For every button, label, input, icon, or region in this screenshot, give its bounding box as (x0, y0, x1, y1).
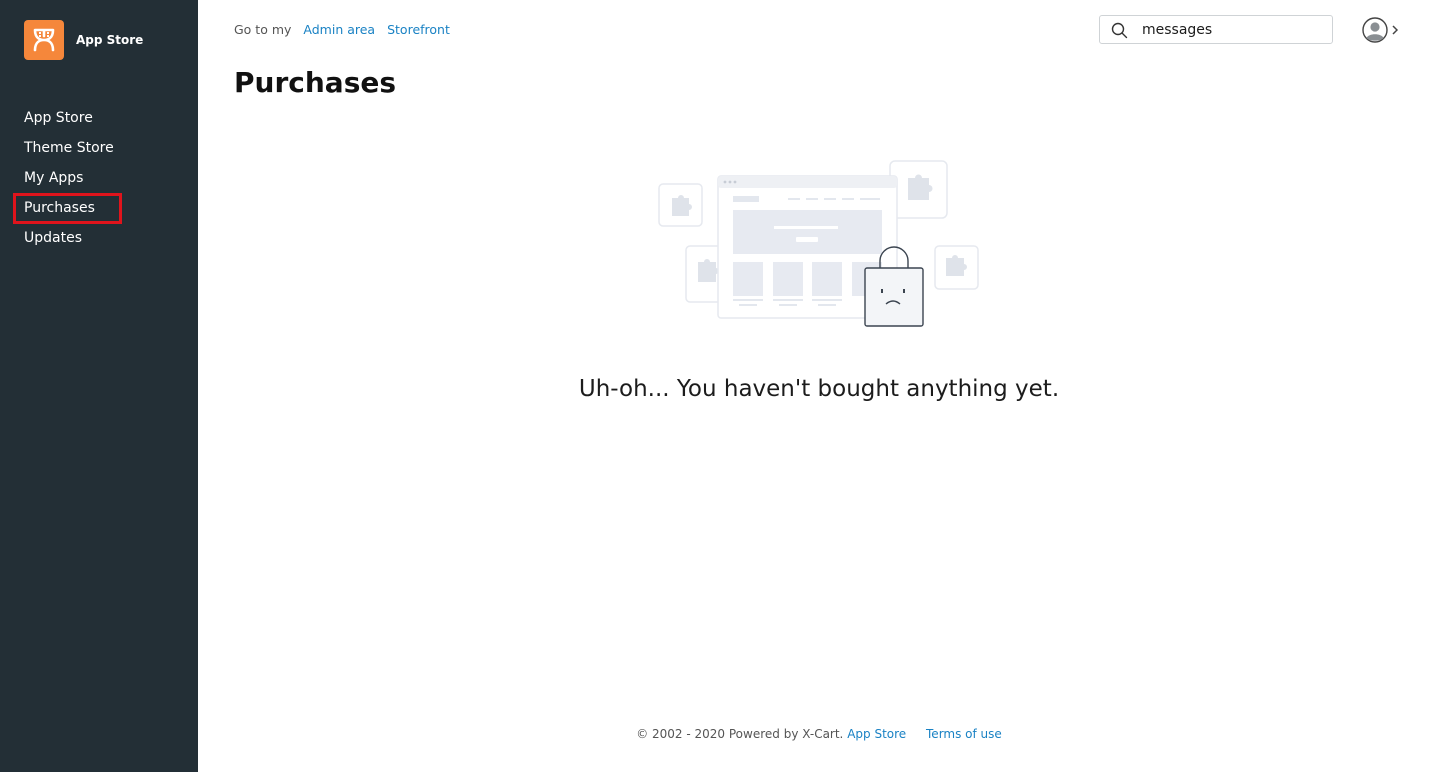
admin-area-link[interactable]: Admin area (303, 22, 375, 37)
brand[interactable]: App Store (24, 20, 143, 60)
search-input[interactable] (1142, 16, 1327, 43)
x-cart-logo-icon (24, 20, 64, 60)
sidebar-item-purchases[interactable]: Purchases (0, 193, 198, 224)
sidebar-item-label: Updates (24, 230, 82, 246)
sidebar-item-updates[interactable]: Updates (0, 223, 198, 253)
puzzle-card-top-right-icon (889, 160, 948, 219)
footer-terms-link[interactable]: Terms of use (926, 727, 1002, 741)
goto-links: Go to my Admin area Storefront (234, 22, 450, 37)
sidebar-item-label: Purchases (13, 193, 122, 224)
empty-state-message: Uh-oh... You haven't bought anything yet… (578, 376, 1060, 402)
puzzle-card-left-icon (658, 183, 703, 227)
empty-state-illustration (656, 158, 986, 337)
chevron-right-icon (1392, 25, 1399, 35)
sidebar-item-app-store[interactable]: App Store (0, 103, 198, 133)
footer: © 2002 - 2020 Powered by X-Cart. App Sto… (234, 727, 1404, 741)
sidebar-item-my-apps[interactable]: My Apps (0, 163, 198, 193)
sidebar-item-label: Theme Store (24, 140, 114, 156)
brand-name: App Store (76, 33, 144, 47)
sidebar-nav: App Store Theme Store My Apps Purchases … (0, 103, 198, 253)
page-title: Purchases (234, 66, 397, 99)
goto-label: Go to my (234, 22, 292, 37)
sidebar-item-label: App Store (24, 110, 93, 126)
search-icon (1111, 22, 1128, 39)
sidebar: App Store App Store Theme Store My Apps … (0, 0, 198, 772)
search-box[interactable] (1099, 15, 1333, 44)
puzzle-card-right-icon (934, 245, 979, 290)
avatar-icon (1362, 17, 1388, 43)
sidebar-item-label: My Apps (24, 170, 84, 186)
footer-copyright: © 2002 - 2020 Powered by X-Cart. (636, 727, 844, 741)
storefront-link[interactable]: Storefront (387, 22, 450, 37)
user-menu[interactable] (1362, 17, 1399, 43)
footer-app-store-link[interactable]: App Store (847, 727, 906, 741)
sidebar-item-theme-store[interactable]: Theme Store (0, 133, 198, 163)
